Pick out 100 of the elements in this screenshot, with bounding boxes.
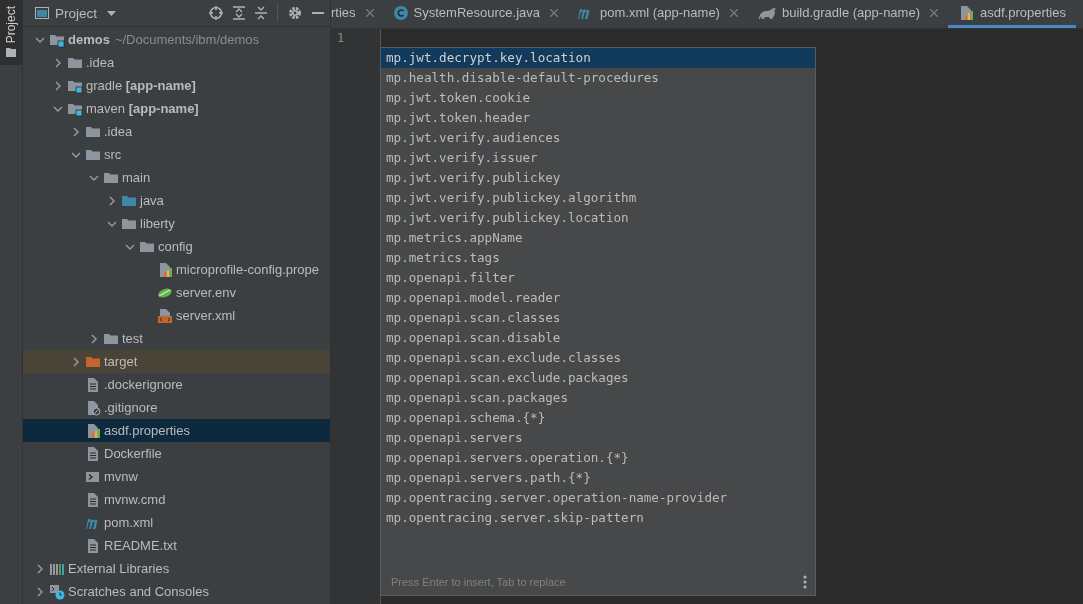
completion-item[interactable]: mp.openapi.scan.disable: [381, 328, 815, 348]
collapse-all-icon[interactable]: [255, 6, 267, 20]
tree-row[interactable]: server.env: [23, 281, 330, 304]
completion-item[interactable]: mp.jwt.token.cookie: [381, 88, 815, 108]
project-tool-tab[interactable]: Project: [0, 0, 22, 66]
completion-item[interactable]: mp.jwt.verify.audiences: [381, 128, 815, 148]
completion-item[interactable]: mp.jwt.token.header: [381, 108, 815, 128]
close-icon[interactable]: [930, 8, 938, 17]
tree-row[interactable]: .dockerignore: [23, 373, 330, 396]
completion-item[interactable]: mp.openapi.schema.{*}: [381, 408, 815, 428]
tree-row[interactable]: pom.xml: [23, 511, 330, 534]
editor-tab[interactable]: rties: [331, 0, 384, 28]
completion-item[interactable]: mp.metrics.appName: [381, 228, 815, 248]
completion-item[interactable]: mp.jwt.verify.publickey: [381, 168, 815, 188]
text-file-icon: [85, 376, 101, 393]
tree-item-label: liberty: [140, 216, 175, 231]
close-icon[interactable]: [365, 8, 374, 17]
path-hint: ~/Documents/ibm/demos: [114, 32, 260, 47]
elephant-icon: [757, 5, 776, 20]
chevron-icon[interactable]: [53, 57, 63, 68]
tree-row[interactable]: java: [23, 189, 330, 212]
scratches-icon: [49, 583, 65, 600]
settings-icon[interactable]: [288, 6, 302, 20]
text-file-icon: [85, 491, 101, 508]
tree-row[interactable]: microprofile-config.prope: [23, 258, 330, 281]
properties-file-icon: [157, 261, 173, 278]
completion-item[interactable]: mp.jwt.verify.issuer: [381, 148, 815, 168]
completion-item[interactable]: mp.openapi.scan.exclude.classes: [381, 348, 815, 368]
tree-row[interactable]: README.txt: [23, 534, 330, 557]
chevron-icon[interactable]: [71, 126, 81, 137]
more-icon[interactable]: [803, 575, 807, 589]
completion-item[interactable]: mp.openapi.scan.classes: [381, 308, 815, 328]
tree-row[interactable]: mvnw.cmd: [23, 488, 330, 511]
properties-file-icon: [958, 4, 974, 21]
locate-icon[interactable]: [209, 6, 223, 20]
tree-row[interactable]: gradle [app-name]: [23, 74, 330, 97]
tree-row[interactable]: .idea: [23, 120, 330, 143]
chevron-icon[interactable]: [71, 356, 81, 367]
tree-row[interactable]: src: [23, 143, 330, 166]
tree-item-label: server.xml: [176, 308, 236, 323]
completion-item[interactable]: mp.openapi.servers.path.{*}: [381, 468, 815, 488]
tree-item-label: .idea: [86, 55, 115, 70]
tree-row[interactable]: mvnw: [23, 465, 330, 488]
properties-file-icon: [85, 422, 101, 439]
tree-row[interactable]: maven [app-name]: [23, 97, 330, 120]
expand-all-icon[interactable]: [233, 6, 245, 20]
tree-row[interactable]: .gitignore: [23, 396, 330, 419]
text-file-icon: [85, 445, 101, 462]
completion-item[interactable]: mp.jwt.verify.publickey.algorithm: [381, 188, 815, 208]
completion-item[interactable]: mp.openapi.servers: [381, 428, 815, 448]
tree-item-label: server.env: [176, 285, 236, 300]
tree-row[interactable]: Dockerfile: [23, 442, 330, 465]
close-icon[interactable]: [729, 8, 738, 17]
completion-item[interactable]: mp.opentracing.server.operation-name-provider: [381, 488, 815, 508]
chevron-icon[interactable]: [107, 195, 117, 206]
completion-item[interactable]: mp.jwt.decrypt.key.location: [381, 48, 815, 68]
tree-row[interactable]: main: [23, 166, 330, 189]
tree-item-label: mvnw: [104, 469, 138, 484]
tree-item-label: gradle [app-name]: [86, 78, 196, 93]
tree-item-label: microprofile-config.prope: [176, 262, 320, 277]
completion-item[interactable]: mp.jwt.verify.publickey.location: [381, 208, 815, 228]
class-icon: [393, 5, 408, 20]
tree-row[interactable]: config: [23, 235, 330, 258]
completion-item[interactable]: mp.openapi.filter: [381, 268, 815, 288]
tree-row[interactable]: Scratches and Consoles: [23, 580, 330, 603]
tree-item-label: pom.xml: [104, 515, 154, 530]
chevron-icon[interactable]: [53, 80, 63, 91]
completion-item[interactable]: mp.openapi.scan.exclude.packages: [381, 368, 815, 388]
editor-tab[interactable]: build.gradle (app-name): [747, 0, 948, 28]
completion-item[interactable]: mp.metrics.tags: [381, 248, 815, 268]
completion-item[interactable]: mp.health.disable-default-procedures: [381, 68, 815, 88]
ignore-file-icon: [85, 399, 101, 416]
panel-title[interactable]: Project: [55, 5, 98, 21]
tree-row[interactable]: server.xml: [23, 304, 330, 327]
tree-item-label: demos: [68, 32, 110, 47]
chevron-icon[interactable]: [89, 333, 99, 344]
tree-item-label: Scratches and Consoles: [68, 584, 209, 599]
popup-hint: Press Enter to insert, Tab to replace: [391, 576, 566, 588]
tree-item-label: maven [app-name]: [86, 101, 199, 116]
tree-row[interactable]: demos ~/Documents/ibm/demos: [23, 28, 330, 51]
dropdown-caret-icon[interactable]: [107, 10, 117, 16]
chevron-icon[interactable]: [35, 563, 45, 574]
tree-row[interactable]: target: [23, 350, 330, 373]
tree-item-label: Dockerfile: [104, 446, 162, 461]
tree-row[interactable]: liberty: [23, 212, 330, 235]
tree-row[interactable]: .idea: [23, 51, 330, 74]
close-icon[interactable]: [550, 8, 558, 17]
tree-item-label: test: [122, 331, 143, 346]
completion-item[interactable]: mp.opentracing.server.skip-pattern: [381, 508, 815, 528]
completion-item[interactable]: mp.openapi.servers.operation.{*}: [381, 448, 815, 468]
completion-item[interactable]: mp.openapi.scan.packages: [381, 388, 815, 408]
editor-tab[interactable]: SystemResource.java: [383, 0, 568, 28]
tree-item-label: java: [140, 193, 164, 208]
chevron-icon[interactable]: [35, 586, 45, 597]
completion-item[interactable]: mp.openapi.model.reader: [381, 288, 815, 308]
editor-tab[interactable]: pom.xml (app-name): [568, 0, 748, 28]
tree-row[interactable]: External Libraries: [23, 557, 330, 580]
tree-row[interactable]: asdf.properties: [23, 419, 330, 442]
tree-row[interactable]: test: [23, 327, 330, 350]
folder-icon: [6, 48, 16, 58]
